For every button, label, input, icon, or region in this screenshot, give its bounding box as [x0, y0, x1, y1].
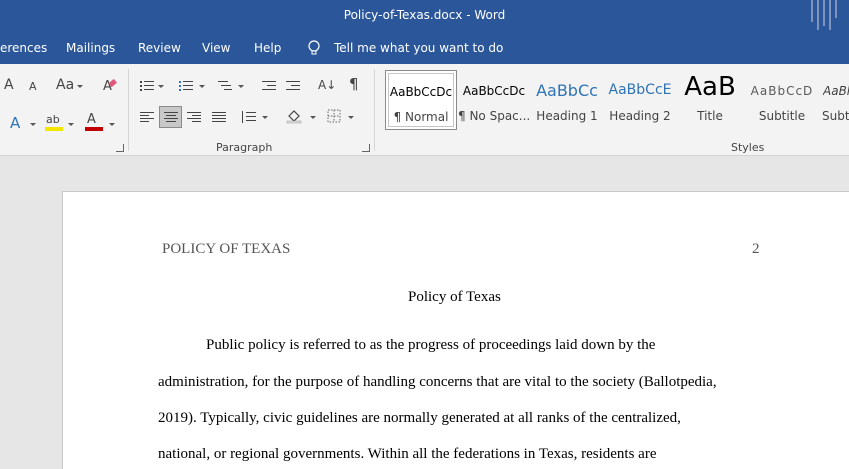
paragraph-dialog-launcher-icon[interactable] — [362, 144, 370, 152]
style-name: Subtl — [822, 109, 849, 123]
style-name: Heading 1 — [536, 109, 598, 123]
styles-group-label: Styles — [731, 141, 765, 154]
document-canvas[interactable]: POLICY OF TEXAS 2 Policy of Texas Public… — [0, 157, 849, 469]
style-name: ¶ No Spac... — [458, 109, 530, 123]
multilevel-list-icon[interactable] — [218, 80, 232, 92]
chevron-down-icon — [262, 116, 268, 119]
align-right-icon[interactable] — [187, 111, 201, 123]
numbering-icon[interactable] — [179, 80, 193, 92]
style-preview: AaBbCcD — [750, 84, 814, 98]
style-heading-1[interactable]: AaBbCc Heading 1 — [531, 70, 603, 130]
chevron-down-icon — [77, 85, 83, 88]
style-preview: AaB — [684, 72, 736, 102]
align-left-icon[interactable] — [140, 111, 154, 123]
style-name: Subtitle — [758, 109, 806, 123]
page-header: POLICY OF TEXAS — [162, 241, 291, 257]
line-spacing-icon[interactable] — [242, 111, 256, 123]
font-color-swatch — [85, 127, 103, 131]
style-heading-2[interactable]: AaBbCcE Heading 2 — [604, 70, 676, 130]
paragraph-line: 2019). Typically, civic guidelines are n… — [158, 410, 681, 426]
window-decoration-icon — [809, 0, 839, 30]
align-center-button[interactable] — [159, 106, 182, 128]
show-formatting-marks-button[interactable]: ¶ — [349, 77, 359, 92]
chevron-down-icon — [238, 85, 244, 88]
chevron-down-icon — [109, 123, 115, 126]
lightbulb-icon — [308, 40, 320, 55]
tab-review[interactable]: Review — [138, 41, 181, 55]
font-dialog-launcher-icon[interactable] — [116, 144, 124, 152]
bullets-icon[interactable] — [140, 80, 154, 92]
sort-icon[interactable]: A↓ — [318, 78, 336, 92]
justify-icon[interactable] — [212, 111, 226, 123]
tab-references[interactable]: erences — [0, 41, 47, 55]
style-preview: AaBl — [823, 84, 849, 98]
title-bar: Policy-of-Texas.docx - Word — [0, 0, 849, 32]
text-effects-button[interactable]: A — [10, 114, 21, 132]
tab-view[interactable]: View — [202, 41, 230, 55]
chevron-down-icon — [158, 85, 164, 88]
document-page[interactable]: POLICY OF TEXAS 2 Policy of Texas Public… — [62, 191, 849, 469]
group-divider — [128, 69, 129, 151]
align-center-icon — [164, 111, 178, 123]
style-subtitle[interactable]: AaBbCcD Subtitle — [746, 70, 818, 130]
shrink-font-button[interactable]: A — [29, 80, 37, 94]
change-case-button[interactable]: Aa — [56, 78, 74, 92]
chevron-down-icon — [199, 85, 205, 88]
chevron-down-icon — [30, 123, 36, 126]
group-divider — [374, 69, 375, 151]
tab-mailings[interactable]: Mailings — [66, 41, 115, 55]
style-no-spacing[interactable]: AaBbCcDc ¶ No Spac... — [458, 70, 530, 130]
paragraph-line: national, or regional governments. Withi… — [158, 446, 657, 462]
chevron-down-icon — [68, 123, 74, 126]
tab-help[interactable]: Help — [254, 41, 281, 55]
text-effects-label: A — [10, 114, 21, 132]
grow-font-button[interactable]: A — [4, 78, 14, 92]
style-subtle-emphasis[interactable]: AaBl Subtl — [817, 70, 849, 130]
shading-icon[interactable] — [286, 108, 302, 124]
highlight-button[interactable]: ab — [46, 113, 60, 127]
style-title[interactable]: AaB Title — [674, 70, 746, 130]
tell-me-search[interactable]: Tell me what you want to do — [334, 41, 503, 55]
chevron-down-icon — [348, 116, 354, 119]
style-name: Title — [697, 109, 723, 123]
style-preview: AaBbCcDc — [462, 84, 526, 98]
style-preview: AaBbCcE — [608, 82, 672, 98]
borders-icon[interactable] — [327, 109, 341, 123]
paragraph-group-label: Paragraph — [216, 141, 273, 154]
increase-indent-icon[interactable] — [286, 80, 300, 92]
style-preview: AaBbCcDc — [389, 85, 453, 99]
paragraph-line: administration, for the purpose of handl… — [158, 374, 717, 390]
style-normal[interactable]: AaBbCcDc ¶ Normal — [385, 70, 457, 130]
styles-gallery: AaBbCcDc ¶ Normal AaBbCcDc ¶ No Spac... … — [385, 70, 849, 132]
ribbon: A A Aa A A ab A A↓ ¶ Paragraph AaBbCcDc … — [0, 64, 849, 156]
word-window: Policy-of-Texas.docx - Word erences Mail… — [0, 0, 849, 469]
style-preview: AaBbCc — [536, 81, 598, 100]
ribbon-tabs: erences Mailings Review View Help Tell m… — [0, 32, 849, 64]
highlight-color-swatch — [45, 127, 63, 131]
decrease-indent-icon[interactable] — [262, 80, 276, 92]
clear-formatting-icon[interactable]: A — [102, 77, 118, 93]
paragraph-line: Public policy is referred to as the prog… — [206, 337, 656, 353]
font-color-button[interactable]: A — [87, 113, 96, 127]
window-title: Policy-of-Texas.docx - Word — [343, 8, 506, 22]
style-name: Heading 2 — [609, 109, 671, 123]
document-title: Policy of Texas — [408, 289, 501, 305]
page-number: 2 — [752, 241, 760, 257]
style-name: ¶ Normal — [393, 110, 449, 124]
chevron-down-icon — [310, 116, 316, 119]
